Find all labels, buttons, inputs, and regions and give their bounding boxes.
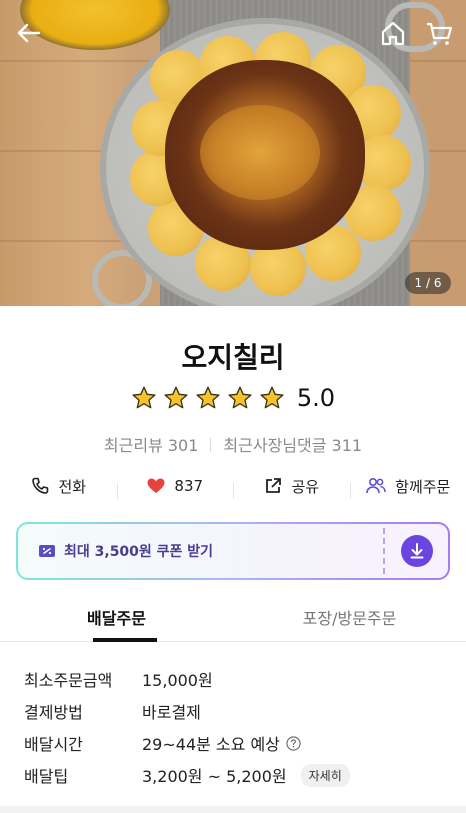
star-icon — [164, 386, 188, 409]
download-coupon-button[interactable] — [401, 535, 433, 567]
favorite-count: 837 — [174, 477, 204, 495]
home-icon[interactable] — [378, 18, 408, 48]
star-icon — [132, 386, 156, 409]
star-icon — [196, 386, 220, 409]
divider — [210, 438, 212, 452]
delivery-time-label: 배달시간 — [24, 735, 83, 754]
action-bar: 전화 837 공유 함께주문 — [0, 470, 466, 502]
store-hero-image[interactable]: 1 / 6 — [0, 0, 466, 306]
min-order-label: 최소주문금액 — [24, 671, 113, 690]
payment-label: 결제방법 — [24, 703, 83, 722]
star-icon — [228, 386, 252, 409]
group-order-button[interactable]: 함께주문 — [349, 476, 466, 499]
group-order-icon — [366, 477, 386, 494]
star-icon — [260, 386, 284, 409]
owner-replies-link[interactable]: 최근사장님댓글 311 — [223, 436, 362, 455]
delivery-tip-value-wrap: 3,200원 ~ 5,200원 자세히 — [142, 763, 350, 787]
reviews-link[interactable]: 최근리뷰 301 — [104, 436, 199, 455]
call-label: 전화 — [58, 477, 87, 496]
delivery-tip-value: 3,200원 ~ 5,200원 — [142, 767, 287, 786]
order-type-tabs: 배달주문 포장/방문주문 — [0, 604, 466, 642]
payment-value: 바로결제 — [142, 703, 201, 722]
delivery-time-value-wrap: 29~44분 소요 예상 — [142, 731, 301, 755]
store-name: 오지칠리 — [181, 341, 285, 374]
heart-icon — [147, 478, 165, 493]
share-button[interactable]: 공유 — [233, 476, 350, 499]
delivery-tip-detail-button[interactable]: 자세히 — [300, 763, 350, 787]
delivery-time-value: 29~44분 소요 예상 — [142, 735, 280, 754]
min-order-value: 15,000원 — [142, 671, 213, 690]
delivery-tip-label: 배달팁 — [24, 767, 69, 786]
phone-icon — [32, 477, 49, 494]
group-order-label: 함께주문 — [395, 477, 451, 496]
info-row-min-order: 최소주문금액 15,000원 — [24, 663, 454, 695]
coupon-label: 최대 3,500원 쿠폰 받기 — [64, 544, 214, 560]
rating-value: 5.0 — [296, 384, 336, 412]
coupon-banner[interactable]: 최대 3,500원 쿠폰 받기 — [16, 522, 450, 580]
share-label: 공유 — [291, 477, 320, 496]
info-row-payment: 결제방법 바로결제 — [24, 695, 454, 727]
delivery-info: 최소주문금액 15,000원 결제방법 바로결제 배달시간 29~44분 소요 … — [24, 663, 454, 791]
review-meta: 최근리뷰 301 최근사장님댓글 311 — [0, 432, 466, 456]
coupon-icon — [39, 545, 55, 557]
help-icon[interactable] — [286, 735, 301, 751]
tab-pickup[interactable]: 포장/방문주문 — [233, 604, 466, 641]
download-icon — [410, 543, 424, 559]
melted-cheese — [200, 105, 320, 200]
call-button[interactable]: 전화 — [0, 476, 117, 497]
tab-delivery[interactable]: 배달주문 — [0, 604, 233, 642]
info-row-delivery-time: 배달시간 29~44분 소요 예상 — [24, 727, 454, 759]
section-divider — [0, 806, 466, 813]
rating-row[interactable]: 5.0 — [0, 384, 466, 412]
coupon-divider — [383, 528, 385, 574]
back-arrow-icon[interactable] — [14, 18, 44, 48]
favorite-button[interactable]: 837 — [116, 476, 234, 499]
info-row-delivery-tip: 배달팁 3,200원 ~ 5,200원 자세히 — [24, 759, 454, 791]
image-counter: 1 / 6 — [405, 272, 451, 294]
cart-icon[interactable] — [424, 18, 454, 48]
share-icon — [266, 478, 282, 493]
coupon-inner: 최대 3,500원 쿠폰 받기 — [18, 524, 448, 578]
